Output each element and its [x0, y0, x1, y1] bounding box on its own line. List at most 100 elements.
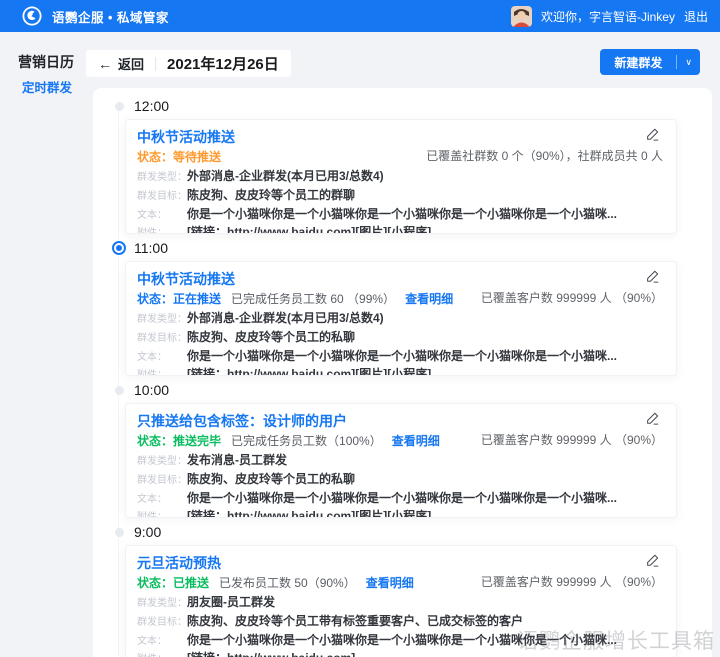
broadcast-card: 中秋节活动推送状态：等待推送群发类型：外部消息-企业群发(本月已用3/总数4)群…: [125, 119, 677, 234]
timeline-entry: 12:00中秋节活动推送状态：等待推送群发类型：外部消息-企业群发(本月已用3/…: [93, 97, 712, 234]
card-title[interactable]: 只推送给包含标签：设计师的用户: [137, 412, 347, 430]
back-arrow-icon: ←: [98, 56, 112, 72]
field-value: 外部消息-企业群发(本月已用3/总数4): [187, 310, 384, 329]
status-text: 状态：已推送: [137, 575, 209, 591]
edit-icon[interactable]: [645, 553, 660, 568]
coverage-stats: 已覆盖社群数 0 个（90%），社群成员共 0 人: [426, 147, 663, 164]
edit-icon[interactable]: [645, 127, 660, 142]
view-detail-link[interactable]: 查看明细: [366, 575, 414, 591]
time-label: 11:00: [134, 240, 168, 256]
field-row: 附件： [链接：http://www.baidu.com][图片][小程序]: [137, 224, 664, 234]
time-dot-wrap: [110, 102, 128, 111]
brand-title: 语鹦企服 • 私域管家: [52, 7, 169, 26]
edit-icon[interactable]: [645, 411, 660, 426]
field-value: 发布消息-员工群发: [187, 452, 287, 471]
field-value: 你是一个小猫咪你是一个小猫咪你是一个小猫咪你是一个小猫咪你是一个小猫咪...: [187, 490, 617, 509]
field-row: 文本：你是一个小猫咪你是一个小猫咪你是一个小猫咪你是一个小猫咪你是一个小猫咪..…: [137, 490, 664, 509]
field-label: 文本：: [137, 490, 183, 509]
field-label: 附件：: [137, 650, 183, 657]
field-label: 群发目标：: [137, 471, 183, 490]
status-extra-text: 已完成任务员工数（100%）: [231, 433, 382, 449]
timeline-entry: 11:00 中秋节活动推送状态：正在推送已完成任务员工数 60 （99%） 查看明细…: [93, 239, 712, 376]
field-label: 群发类型：: [137, 310, 183, 329]
back-button[interactable]: ← 返回: [98, 54, 144, 73]
card-title[interactable]: 中秋节活动推送: [137, 270, 235, 288]
time-dot[interactable]: [115, 528, 124, 537]
field-label: 文本：: [137, 348, 183, 367]
date-display[interactable]: 2021年12月26日: [167, 53, 279, 74]
field-value: 陈皮狗、皮皮玲等个员工的私聊: [187, 329, 355, 348]
coverage-stats: 已覆盖客户数 999999 人 （90%）: [481, 431, 663, 448]
card-title[interactable]: 元旦活动预热: [137, 554, 221, 572]
header-user-area: 欢迎你，字言智语-Jinkey 退出: [511, 6, 708, 27]
coverage-stats: 已覆盖客户数 999999 人 （90%）: [481, 573, 663, 590]
time-dot[interactable]: [115, 386, 124, 395]
field-row: 附件： [链接：http://www.baidu.com][图片][小程序]: [137, 366, 664, 376]
time-dot-wrap: [110, 528, 128, 537]
field-row: 附件： [链接：http://www.baidu.com][图片][小程序]: [137, 508, 664, 518]
broadcast-card: 只推送给包含标签：设计师的用户状态：推送完毕已完成任务员工数（100%） 查看明细…: [125, 403, 677, 518]
field-row: 群发类型：朋友圈-员工群发: [137, 594, 664, 613]
time-row: 9:00: [110, 523, 712, 541]
view-detail-link[interactable]: 查看明细: [392, 433, 440, 449]
view-detail-link[interactable]: 查看明细: [405, 291, 453, 307]
logout-button[interactable]: 退出: [684, 8, 708, 25]
time-label: 9:00: [134, 524, 161, 540]
field-row: 群发目标：陈皮狗、皮皮玲等个员工的群聊: [137, 187, 664, 206]
field-row: 文本：你是一个小猫咪你是一个小猫咪你是一个小猫咪你是一个小猫咪你是一个小猫咪..…: [137, 632, 664, 651]
status-text: 状态：等待推送: [137, 149, 221, 165]
field-label: 附件：: [137, 224, 183, 234]
status-extra-text: 已完成任务员工数 60 （99%）: [231, 291, 395, 307]
field-label: 附件：: [137, 366, 183, 376]
field-row: 群发类型：发布消息-员工群发: [137, 452, 664, 471]
field-value: [链接：http://www.baidu.com][图片][小程序]: [187, 224, 431, 234]
field-label: 群发类型：: [137, 168, 183, 187]
field-value: 外部消息-企业群发(本月已用3/总数4): [187, 168, 384, 187]
timeline-panel: 12:00中秋节活动推送状态：等待推送群发类型：外部消息-企业群发(本月已用3/…: [93, 88, 712, 657]
field-row: 群发目标：陈皮狗、皮皮玲等个员工的私聊: [137, 329, 664, 348]
divider: [155, 57, 156, 71]
broadcast-card: 中秋节活动推送状态：正在推送已完成任务员工数 60 （99%） 查看明细群发类型：…: [125, 261, 677, 376]
field-label: 附件：: [137, 508, 183, 518]
field-label: 群发类型：: [137, 594, 183, 613]
user-avatar[interactable]: [511, 6, 532, 27]
field-row: 群发目标：陈皮狗、皮皮玲等个员工的私聊: [137, 471, 664, 490]
status-text: 状态：推送完毕: [137, 433, 221, 449]
field-label: 群发类型：: [137, 452, 183, 471]
page-title: 营销日历: [18, 52, 74, 72]
time-label: 10:00: [134, 382, 169, 398]
field-row: 文本：你是一个小猫咪你是一个小猫咪你是一个小猫咪你是一个小猫咪你是一个小猫咪..…: [137, 348, 664, 367]
chevron-down-icon[interactable]: ∨: [677, 57, 700, 68]
field-row: 附件： [链接：http://www.baidu.com]: [137, 650, 664, 657]
field-value: [链接：http://www.baidu.com][图片][小程序]: [187, 366, 431, 376]
app-header: 语鹦企服 • 私域管家 欢迎你，字言智语-Jinkey 退出: [0, 0, 720, 32]
status-text: 状态：正在推送: [137, 291, 221, 307]
time-dot-wrap: [110, 386, 128, 395]
field-row: 群发类型：外部消息-企业群发(本月已用3/总数4): [137, 310, 664, 329]
field-value: 你是一个小猫咪你是一个小猫咪你是一个小猫咪你是一个小猫咪你是一个小猫咪...: [187, 632, 617, 651]
time-dot-wrap: [110, 241, 128, 255]
field-value: 你是一个小猫咪你是一个小猫咪你是一个小猫咪你是一个小猫咪你是一个小猫咪...: [187, 348, 617, 367]
back-date-bar: ← 返回 2021年12月26日: [86, 50, 291, 77]
back-label: 返回: [118, 54, 144, 73]
sidebar-item-scheduled-broadcast[interactable]: 定时群发: [22, 77, 72, 96]
coverage-stats: 已覆盖客户数 999999 人 （90%）: [481, 289, 663, 306]
field-value: 陈皮狗、皮皮玲等个员工带有标签重要客户、已成交标签的客户: [187, 613, 523, 632]
field-label: 群发目标：: [137, 329, 183, 348]
time-dot[interactable]: [115, 102, 124, 111]
welcome-text: 欢迎你，字言智语-Jinkey: [541, 8, 675, 25]
field-label: 文本：: [137, 632, 183, 651]
field-value: [链接：http://www.baidu.com][图片][小程序]: [187, 508, 431, 518]
edit-icon[interactable]: [645, 269, 660, 284]
field-value: 陈皮狗、皮皮玲等个员工的群聊: [187, 187, 355, 206]
time-row: 10:00: [110, 381, 712, 399]
new-broadcast-button[interactable]: 新建群发: [600, 54, 676, 71]
card-title[interactable]: 中秋节活动推送: [137, 128, 235, 146]
time-row: 11:00: [110, 239, 712, 257]
field-row: 文本：你是一个小猫咪你是一个小猫咪你是一个小猫咪你是一个小猫咪你是一个小猫咪..…: [137, 206, 664, 225]
field-value: 你是一个小猫咪你是一个小猫咪你是一个小猫咪你是一个小猫咪你是一个小猫咪...: [187, 206, 617, 225]
field-value: [链接：http://www.baidu.com]: [187, 650, 355, 657]
new-broadcast-split-button: 新建群发 ∨: [600, 49, 700, 75]
parrot-logo-icon: [22, 6, 42, 26]
time-dot-selected[interactable]: [112, 241, 126, 255]
